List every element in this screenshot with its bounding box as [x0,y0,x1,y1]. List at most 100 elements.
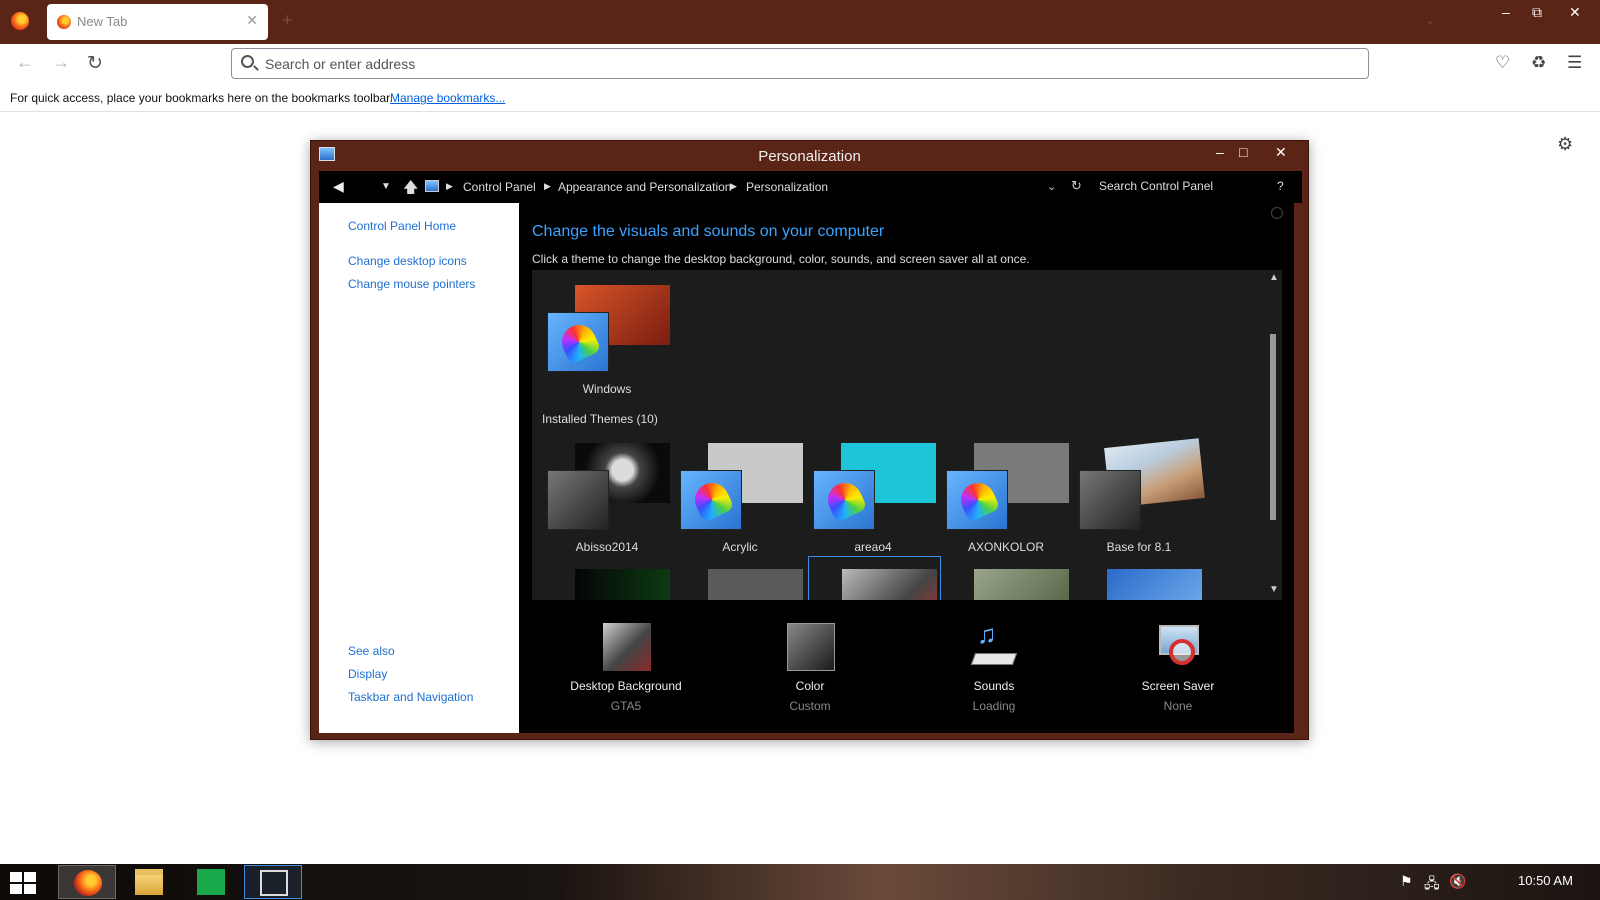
chevron-down-icon[interactable]: ⌄ [1047,180,1056,193]
page-description: Click a theme to change the desktop back… [532,252,1030,266]
sounds-setting[interactable]: ♫ Sounds Loading [919,611,1069,721]
theme-preview-color [1079,470,1141,530]
setting-title: Screen Saver [1141,679,1215,693]
desktop-background-icon [603,623,651,671]
address-bar: ◀ ▼ 🡅 ▶ Control Panel ▶ Appearance and P… [319,171,1302,203]
see-also-heading: See also [348,644,395,658]
change-mouse-pointers-link[interactable]: Change mouse pointers [348,277,475,291]
chevron-right-icon[interactable]: ▶ [544,181,551,192]
color-setting[interactable]: Color Custom [735,611,885,721]
firefox-icon [74,870,102,896]
network-icon[interactable]: 🖧 [1424,873,1440,897]
theme-list: Windows Installed Themes (10) Abisso2014… [532,270,1265,600]
new-tab-button[interactable]: + [282,11,293,29]
recent-locations-icon[interactable]: ▼ [381,181,391,192]
chevron-right-icon[interactable]: ▶ [730,181,737,192]
scroll-down-icon[interactable]: ▼ [1269,584,1279,595]
minimize-icon[interactable]: – [1502,4,1510,20]
scrollbar-thumb[interactable] [1270,334,1276,520]
theme-label: Base for 8.1 [1106,540,1172,554]
theme-gta5-selected[interactable] [808,556,941,600]
breadcrumb-personalization[interactable]: Personalization [746,180,828,194]
theme-preview-background [1107,569,1202,600]
back-arrow-icon[interactable]: ← [16,52,34,73]
theme-partial[interactable] [941,564,1071,600]
screen-saver-setting[interactable]: Screen Saver None [1103,611,1253,721]
theme-windows[interactable]: Windows [542,280,672,400]
theme-partial[interactable] [675,564,805,600]
theme-partial[interactable] [1074,564,1204,600]
display-link[interactable]: Display [348,667,387,681]
list-all-tabs-icon[interactable]: ⌄ [1425,13,1435,27]
taskbar-navigation-link[interactable]: Taskbar and Navigation [348,690,473,704]
theme-label: Abisso2014 [575,540,639,554]
theme-label: Acrylic [722,540,758,554]
theme-preview-background [974,569,1069,600]
tab-new-tab[interactable]: New Tab ✕ [47,4,268,40]
sounds-icon: ♫ [970,619,1019,671]
change-desktop-icons-link[interactable]: Change desktop icons [348,254,467,268]
chevron-right-icon[interactable]: ▶ [446,181,453,192]
minimize-icon[interactable]: – [1216,144,1224,160]
breadcrumb-control-panel[interactable]: Control Panel [463,180,536,194]
theme-acrylic[interactable]: Acrylic [675,438,805,558]
screen-saver-icon [1155,623,1203,671]
personalization-window: Personalization – □ ✕ ◀ ▼ 🡅 ▶ Control Pa… [310,140,1309,740]
firefox-menu-icon[interactable] [11,12,29,30]
taskbar-firefox[interactable] [58,865,116,899]
theme-label: areao4 [854,540,892,554]
color-wheel-icon [680,470,742,530]
taskbar-control-panel[interactable] [244,865,302,899]
address-input[interactable] [265,49,1355,78]
back-icon[interactable]: ◀ [333,178,344,195]
bookmarks-hint: For quick access, place your bookmarks h… [10,91,393,105]
gear-icon[interactable]: ⚙ [1557,134,1573,155]
color-wheel-icon [813,470,875,530]
clock[interactable]: 10:50 AM [1518,873,1573,888]
desktop-background-setting[interactable]: Desktop Background GTA5 [551,611,701,721]
bookmarks-toolbar: For quick access, place your bookmarks h… [0,84,1600,112]
theme-areao4[interactable]: areao4 [808,438,938,558]
setting-value: Loading [972,699,1016,713]
menu-icon[interactable]: ☰ [1567,53,1582,73]
theme-abisso2014[interactable]: Abisso2014 [542,438,672,558]
theme-label: Windows [582,382,632,396]
restore-icon[interactable]: ⧉ [1532,4,1542,21]
action-center-flag-icon[interactable]: ⚑ [1400,873,1413,890]
manage-bookmarks-link[interactable]: Manage bookmarks... [390,91,505,105]
theme-partial[interactable] [542,564,672,600]
close-icon[interactable]: ✕ [1275,144,1287,161]
reload-icon[interactable]: ↻ [87,52,103,75]
extensions-icon[interactable]: ♻ [1531,53,1546,73]
scroll-up-icon[interactable]: ▲ [1269,272,1279,283]
setting-title: Sounds [973,679,1015,693]
refresh-icon[interactable]: ↻ [1071,178,1082,194]
tab-close-icon[interactable]: ✕ [246,12,258,29]
theme-preview-color [547,470,609,530]
control-panel-icon [425,180,439,192]
help-icon[interactable]: ? [1277,179,1284,193]
theme-label: AXONKOLOR [967,540,1045,554]
browser-titlebar: New Tab ✕ + ⌄ – ⧉ ✕ [0,0,1600,44]
volume-muted-icon[interactable]: 🔇 [1449,873,1466,890]
installed-themes-header: Installed Themes (10) [542,412,658,426]
setting-value: Custom [789,699,831,713]
theme-base-for-8-1[interactable]: Base for 8.1 [1074,438,1205,558]
control-panel-home-link[interactable]: Control Panel Home [348,219,456,233]
address-bar[interactable] [231,48,1369,79]
pocket-icon[interactable]: ♡ [1495,53,1510,73]
firefox-favicon-icon [57,15,71,29]
breadcrumb-appearance[interactable]: Appearance and Personalization [558,180,731,194]
taskbar-store[interactable] [182,865,240,899]
maximize-icon[interactable]: □ [1239,144,1247,160]
up-arrow-icon[interactable]: 🡅 [403,177,418,202]
theme-list-scrollbar[interactable]: ▲ ▼ [1265,270,1282,600]
windows-start-icon[interactable] [10,872,36,894]
close-icon[interactable]: ✕ [1569,4,1581,21]
color-wheel-icon [547,312,609,372]
window-titlebar: Personalization – □ ✕ [311,141,1308,171]
theme-axonkolor[interactable]: AXONKOLOR [941,438,1071,558]
search-control-panel-input[interactable]: Search Control Panel [1099,179,1213,193]
taskbar-file-explorer[interactable] [120,865,178,899]
forward-arrow-icon[interactable]: → [52,52,70,73]
